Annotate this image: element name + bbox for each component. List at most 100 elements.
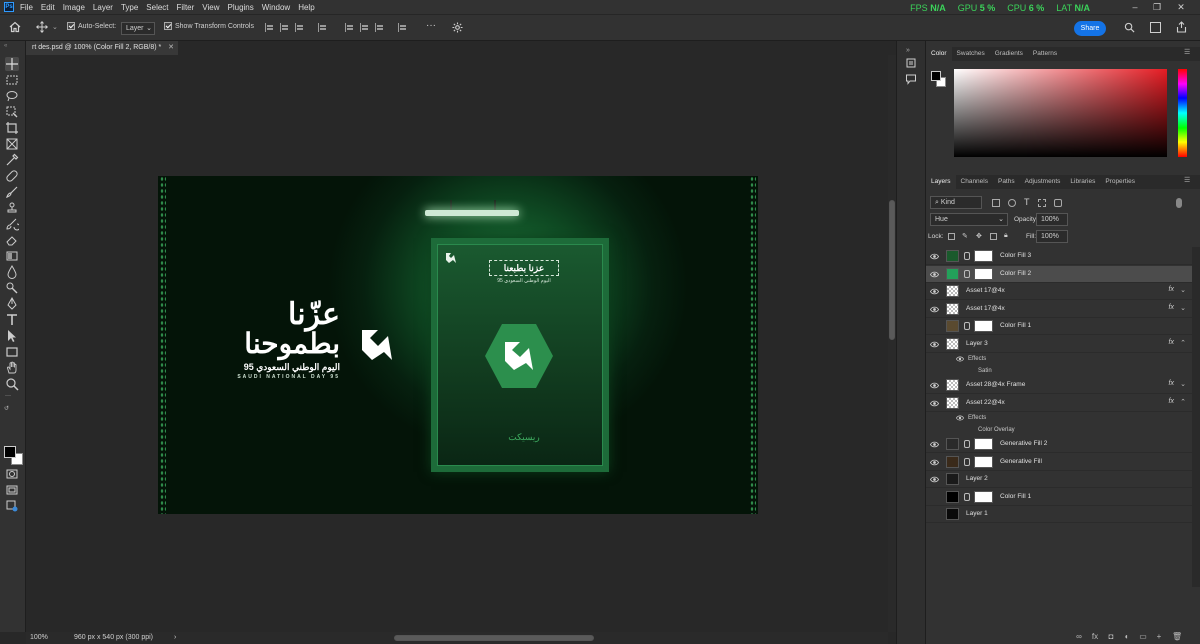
move-tool-icon[interactable] <box>5 57 19 71</box>
gradient-tool-icon[interactable] <box>5 249 19 263</box>
layer-thumbnail[interactable] <box>946 337 959 350</box>
layer-effects-icon[interactable]: fx <box>1169 398 1174 405</box>
layer-row[interactable]: Color Fill 2 <box>926 265 1192 283</box>
eye-icon[interactable] <box>929 381 940 390</box>
layer-row[interactable]: Color Fill 1 <box>926 489 1192 506</box>
link-chain-icon[interactable] <box>964 322 970 330</box>
expand-effects-icon[interactable]: ⌃ <box>1180 339 1186 347</box>
effect-item[interactable]: Color Overlay <box>926 424 1192 436</box>
auto-select-checkbox[interactable]: Auto-Select: <box>67 22 116 30</box>
quick-mask-icon[interactable] <box>5 467 19 481</box>
blend-mode-dropdown[interactable]: Hue ⌄ <box>930 213 1008 226</box>
vertical-scrollbar[interactable] <box>888 55 896 632</box>
color-picker-field[interactable] <box>954 69 1167 157</box>
layer-thumbnail[interactable] <box>946 267 959 280</box>
layers-scrollbar[interactable] <box>1192 247 1200 587</box>
tab-layers[interactable]: Layers <box>926 175 956 189</box>
layer-row[interactable]: Asset 22@4x fx ⌃ <box>926 395 1192 412</box>
lock-artboard-icon[interactable] <box>990 233 997 240</box>
eye-hidden-icon[interactable] <box>930 493 939 502</box>
add-layer-style-icon[interactable]: fx <box>1090 632 1100 642</box>
lock-transparent-icon[interactable] <box>948 233 955 240</box>
menu-select[interactable]: Select <box>146 3 168 12</box>
align-center-icon[interactable] <box>280 23 289 32</box>
menu-plugins[interactable]: Plugins <box>228 3 254 12</box>
layer-thumbnail[interactable] <box>946 490 959 503</box>
eraser-tool-icon[interactable] <box>5 233 19 247</box>
add-mask-icon[interactable]: ◘ <box>1106 632 1116 642</box>
minimize-icon[interactable]: – <box>1130 2 1140 12</box>
layer-row[interactable]: Layer 2 <box>926 471 1192 488</box>
tab-swatches[interactable]: Swatches <box>952 47 990 61</box>
layer-row[interactable]: Generative Fill <box>926 454 1192 471</box>
more-tools-icon[interactable]: ··· <box>5 393 11 399</box>
color-foreground-swatch[interactable] <box>931 71 941 81</box>
document-info[interactable]: 960 px x 540 px (300 ppi) <box>74 632 153 644</box>
opacity-field[interactable]: 100% <box>1036 213 1068 226</box>
link-chain-icon[interactable] <box>964 252 970 260</box>
menu-layer[interactable]: Layer <box>93 3 113 12</box>
foreground-color-swatch[interactable] <box>4 446 16 458</box>
link-chain-icon[interactable] <box>964 492 970 501</box>
tab-color[interactable]: Color <box>926 47 952 61</box>
tool-preset-chevron-icon[interactable]: ⌄ <box>52 23 58 31</box>
workspace-icon[interactable] <box>1150 22 1161 33</box>
tab-gradients[interactable]: Gradients <box>990 47 1028 61</box>
eye-hidden-icon[interactable] <box>930 322 939 331</box>
effect-item[interactable]: Satin <box>926 365 1192 377</box>
menu-window[interactable]: Window <box>262 3 290 12</box>
layer-thumbnail[interactable] <box>946 455 959 468</box>
status-chevron-icon[interactable]: › <box>174 632 176 644</box>
menu-image[interactable]: Image <box>63 3 85 12</box>
layer-thumbnail[interactable] <box>946 250 959 262</box>
layer-thumbnail[interactable] <box>946 379 959 391</box>
tab-libraries[interactable]: Libraries <box>1065 175 1100 189</box>
eye-icon[interactable] <box>929 399 940 408</box>
link-layers-icon[interactable]: ∞ <box>1074 632 1084 642</box>
healing-brush-tool-icon[interactable] <box>5 169 19 183</box>
layer-row[interactable]: Asset 28@4x Frame fx ⌄ <box>926 377 1192 394</box>
align-left-icon[interactable] <box>265 23 274 32</box>
align-top-icon[interactable] <box>318 23 327 32</box>
effects-eye-icon[interactable] <box>955 414 965 422</box>
home-icon[interactable] <box>9 21 21 33</box>
move-tool-icon[interactable] <box>36 21 48 33</box>
path-selection-tool-icon[interactable] <box>5 329 19 343</box>
new-group-icon[interactable]: ▭ <box>1138 632 1148 642</box>
layer-row[interactable]: Color Fill 1 <box>926 318 1192 335</box>
layers-panel-menu-icon[interactable]: ☰ <box>1184 176 1190 184</box>
eye-icon[interactable] <box>929 458 940 467</box>
tab-paths[interactable]: Paths <box>993 175 1020 189</box>
clone-stamp-tool-icon[interactable] <box>5 201 19 215</box>
horizontal-scroll-thumb[interactable] <box>394 635 594 641</box>
layer-thumbnail[interactable] <box>946 285 959 297</box>
crop-tool-icon[interactable] <box>5 121 19 135</box>
expand-effects-icon[interactable]: ⌄ <box>1180 286 1186 294</box>
lock-all-icon[interactable]: 🔒︎ <box>1004 232 1008 240</box>
layer-thumbnail[interactable] <box>946 438 959 450</box>
align-right-icon[interactable] <box>295 23 304 32</box>
layer-thumbnail[interactable] <box>946 320 959 332</box>
menu-type[interactable]: Type <box>121 3 138 12</box>
zoom-level[interactable]: 100% <box>30 632 48 644</box>
eye-icon[interactable] <box>929 270 940 279</box>
effects-eye-icon[interactable] <box>955 355 965 363</box>
lasso-tool-icon[interactable] <box>5 89 19 103</box>
filter-smart-object-icon[interactable] <box>1054 199 1062 207</box>
share-button[interactable]: Share <box>1074 21 1106 36</box>
document-tab[interactable]: rt des.psd @ 100% (Color Fill 2, RGB/8) … <box>26 41 178 55</box>
restore-icon[interactable]: ❐ <box>1152 2 1162 12</box>
eye-hidden-icon[interactable] <box>930 510 939 519</box>
link-chain-icon[interactable] <box>964 269 970 278</box>
menu-view[interactable]: View <box>202 3 219 12</box>
menu-filter[interactable]: Filter <box>177 3 195 12</box>
distribute-horizontal-icon[interactable] <box>398 23 407 32</box>
expand-effects-icon[interactable]: ⌄ <box>1180 380 1186 388</box>
filter-adjustment-icon[interactable] <box>1008 199 1016 207</box>
menu-file[interactable]: File <box>20 3 33 12</box>
layer-mask-thumbnail[interactable] <box>974 267 993 280</box>
tab-properties[interactable]: Properties <box>1100 175 1140 189</box>
close-tab-icon[interactable]: ✕ <box>168 41 174 55</box>
filter-shape-icon[interactable] <box>1038 199 1046 207</box>
screen-mode-icon[interactable] <box>5 483 19 497</box>
